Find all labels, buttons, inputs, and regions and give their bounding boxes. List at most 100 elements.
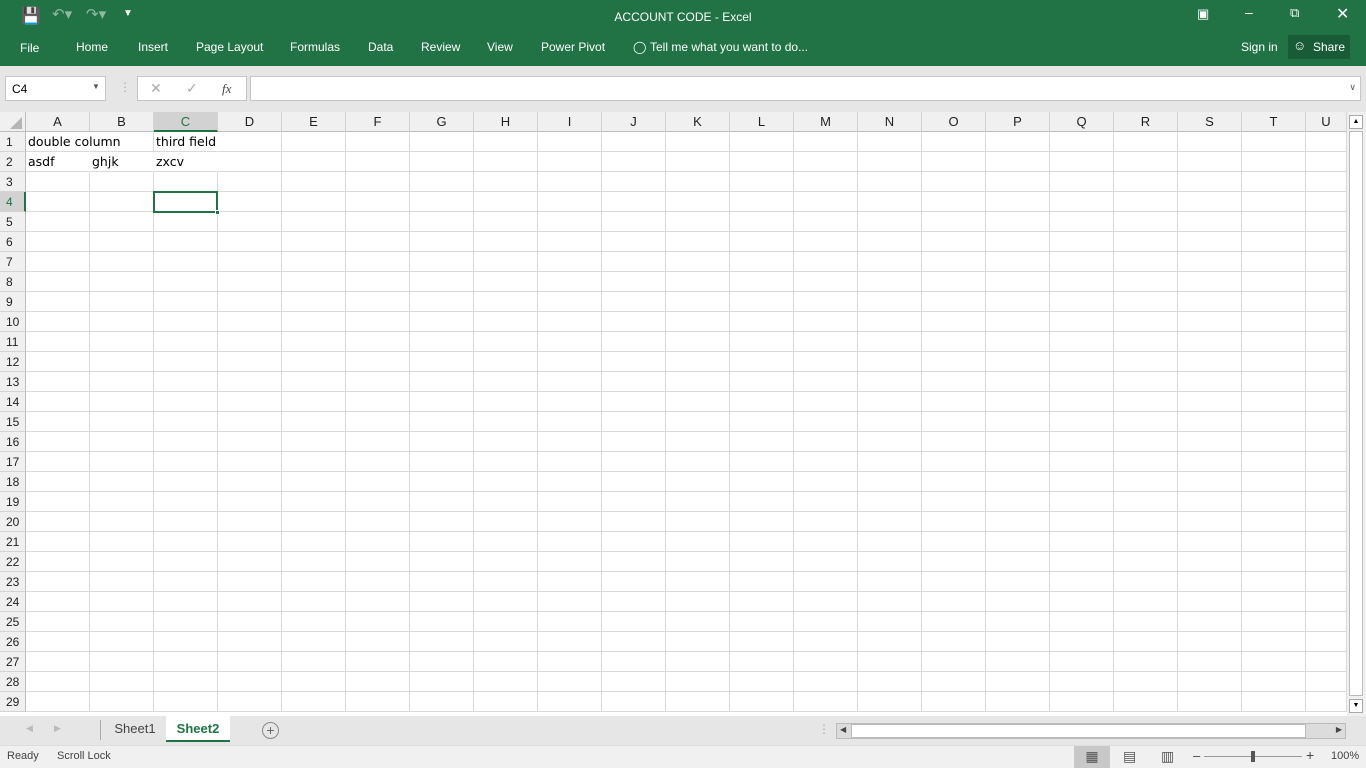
cell-D15[interactable] (218, 412, 282, 432)
cell-B13[interactable] (90, 372, 154, 392)
row-header-1[interactable]: 1 (0, 132, 26, 152)
cell-J11[interactable] (602, 332, 666, 352)
cell-P17[interactable] (986, 452, 1050, 472)
cell-M10[interactable] (794, 312, 858, 332)
column-header-G[interactable]: G (410, 112, 474, 132)
cell-O18[interactable] (922, 472, 986, 492)
cell-Q11[interactable] (1050, 332, 1114, 352)
cell-H21[interactable] (474, 532, 538, 552)
cell-G9[interactable] (410, 292, 474, 312)
cell-T12[interactable] (1242, 352, 1306, 372)
cell-N5[interactable] (858, 212, 922, 232)
cell-E1[interactable] (282, 132, 346, 152)
cell-J26[interactable] (602, 632, 666, 652)
cell-B4[interactable] (90, 192, 154, 212)
cell-Q12[interactable] (1050, 352, 1114, 372)
row-header-6[interactable]: 6 (0, 232, 26, 252)
row-header-5[interactable]: 5 (0, 212, 26, 232)
column-header-M[interactable]: M (794, 112, 858, 132)
row-header-20[interactable]: 20 (0, 512, 26, 532)
cell-O16[interactable] (922, 432, 986, 452)
cell-D23[interactable] (218, 572, 282, 592)
cell-A21[interactable] (26, 532, 90, 552)
enter-check-icon[interactable]: ✓ (186, 80, 198, 97)
cell-N10[interactable] (858, 312, 922, 332)
cell-J28[interactable] (602, 672, 666, 692)
cell-E13[interactable] (282, 372, 346, 392)
cell-O11[interactable] (922, 332, 986, 352)
cell-L6[interactable] (730, 232, 794, 252)
cell-I9[interactable] (538, 292, 602, 312)
cell-Q3[interactable] (1050, 172, 1114, 192)
cell-G12[interactable] (410, 352, 474, 372)
cell-D26[interactable] (218, 632, 282, 652)
cell-I1[interactable] (538, 132, 602, 152)
cell-R12[interactable] (1114, 352, 1178, 372)
cell-I4[interactable] (538, 192, 602, 212)
cell-I10[interactable] (538, 312, 602, 332)
cell-M3[interactable] (794, 172, 858, 192)
cell-E14[interactable] (282, 392, 346, 412)
cell-L23[interactable] (730, 572, 794, 592)
cell-O1[interactable] (922, 132, 986, 152)
cell-T26[interactable] (1242, 632, 1306, 652)
cell-F13[interactable] (346, 372, 410, 392)
cell-J12[interactable] (602, 352, 666, 372)
cell-N14[interactable] (858, 392, 922, 412)
cell-C28[interactable] (154, 672, 218, 692)
cell-S12[interactable] (1178, 352, 1242, 372)
cell-C2[interactable]: zxcv (154, 152, 218, 172)
cell-U7[interactable] (1306, 252, 1347, 272)
cell-Q15[interactable] (1050, 412, 1114, 432)
cell-N2[interactable] (858, 152, 922, 172)
cell-I23[interactable] (538, 572, 602, 592)
cell-G6[interactable] (410, 232, 474, 252)
cell-F21[interactable] (346, 532, 410, 552)
cell-G26[interactable] (410, 632, 474, 652)
cell-B26[interactable] (90, 632, 154, 652)
cell-A12[interactable] (26, 352, 90, 372)
sheet-tab-sheet2[interactable]: Sheet2 (166, 716, 230, 742)
cell-R7[interactable] (1114, 252, 1178, 272)
cell-E8[interactable] (282, 272, 346, 292)
cell-M29[interactable] (794, 692, 858, 712)
cell-D3[interactable] (218, 172, 282, 192)
cell-M16[interactable] (794, 432, 858, 452)
cell-D14[interactable] (218, 392, 282, 412)
cell-Q10[interactable] (1050, 312, 1114, 332)
cell-S16[interactable] (1178, 432, 1242, 452)
cell-N29[interactable] (858, 692, 922, 712)
cell-P14[interactable] (986, 392, 1050, 412)
cell-M23[interactable] (794, 572, 858, 592)
cell-R15[interactable] (1114, 412, 1178, 432)
cell-F12[interactable] (346, 352, 410, 372)
cell-S18[interactable] (1178, 472, 1242, 492)
cell-L27[interactable] (730, 652, 794, 672)
row-header-11[interactable]: 11 (0, 332, 26, 352)
cell-G25[interactable] (410, 612, 474, 632)
cancel-icon[interactable]: ✕ (150, 80, 162, 97)
cell-B21[interactable] (90, 532, 154, 552)
cell-B10[interactable] (90, 312, 154, 332)
cell-D4[interactable] (218, 192, 282, 212)
cell-T24[interactable] (1242, 592, 1306, 612)
cell-H19[interactable] (474, 492, 538, 512)
cell-C12[interactable] (154, 352, 218, 372)
splitter-handle[interactable]: ⋮ (119, 80, 131, 94)
column-header-T[interactable]: T (1242, 112, 1306, 132)
row-header-13[interactable]: 13 (0, 372, 26, 392)
cell-C22[interactable] (154, 552, 218, 572)
cell-H2[interactable] (474, 152, 538, 172)
cell-L28[interactable] (730, 672, 794, 692)
cell-S4[interactable] (1178, 192, 1242, 212)
cell-U28[interactable] (1306, 672, 1347, 692)
cell-H18[interactable] (474, 472, 538, 492)
cell-P15[interactable] (986, 412, 1050, 432)
cell-R19[interactable] (1114, 492, 1178, 512)
cell-O3[interactable] (922, 172, 986, 192)
cell-N23[interactable] (858, 572, 922, 592)
close-icon[interactable]: ✕ (1336, 4, 1349, 24)
cell-N6[interactable] (858, 232, 922, 252)
cell-M27[interactable] (794, 652, 858, 672)
cell-U21[interactable] (1306, 532, 1347, 552)
